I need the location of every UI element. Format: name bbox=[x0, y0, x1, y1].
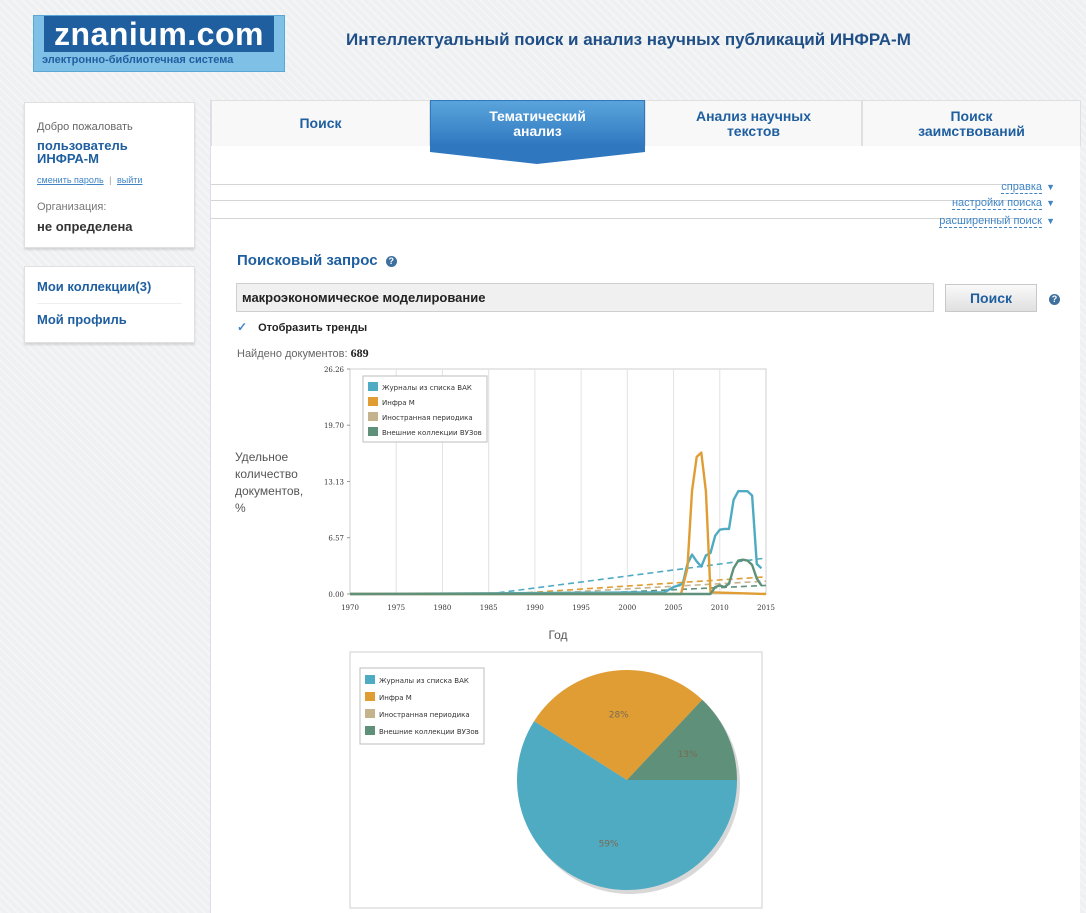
legend-label: Журналы из списка ВАК bbox=[382, 384, 472, 392]
legend-swatch bbox=[368, 397, 378, 406]
y-tick-label: 6.57 bbox=[328, 535, 344, 543]
legend-swatch bbox=[368, 382, 378, 391]
x-tick-label: 1990 bbox=[526, 604, 544, 612]
legend-swatch bbox=[365, 709, 375, 718]
y-tick-label: 19.70 bbox=[324, 422, 344, 430]
legend-label: Журналы из списка ВАК bbox=[379, 677, 469, 685]
legend-swatch bbox=[368, 427, 378, 436]
legend-label: Иностранная периодика bbox=[382, 414, 473, 422]
x-tick-label: 2015 bbox=[757, 604, 775, 612]
y-axis-title: % bbox=[235, 501, 246, 515]
legend-label: Иностранная периодика bbox=[379, 711, 470, 719]
y-tick-label: 0.00 bbox=[328, 591, 344, 599]
legend-swatch bbox=[365, 675, 375, 684]
y-axis-title: количество bbox=[235, 467, 298, 481]
x-tick-label: 1975 bbox=[387, 604, 405, 612]
x-tick-label: 1995 bbox=[572, 604, 590, 612]
pie-slice-label: 13% bbox=[678, 750, 698, 760]
legend-label: Внешние коллекции ВУЗов bbox=[382, 429, 482, 437]
x-tick-label: 1970 bbox=[341, 604, 359, 612]
x-tick-label: 1980 bbox=[434, 604, 452, 612]
x-tick-label: 2000 bbox=[618, 604, 636, 612]
legend-swatch bbox=[368, 412, 378, 421]
legend-label: Инфра М bbox=[382, 399, 415, 407]
legend-swatch bbox=[365, 726, 375, 735]
pie-slice-label: 28% bbox=[609, 711, 629, 721]
x-tick-label: 1985 bbox=[480, 604, 498, 612]
x-axis-title: Год bbox=[548, 628, 567, 642]
legend-swatch bbox=[365, 692, 375, 701]
y-tick-label: 13.13 bbox=[324, 479, 344, 487]
y-tick-label: 26.26 bbox=[324, 366, 345, 374]
charts-layer: 0.00 6.57 13.13 19.70 26.26 1970 1975 1980 1985 1… bbox=[235, 366, 775, 909]
pie-chart-legend: Журналы из списка ВАК Инфра М Иностранная … bbox=[359, 667, 485, 745]
y-axis-title: документов, bbox=[235, 484, 303, 498]
line-chart-legend: Журналы из списка ВАК Инфра М Иностранная … bbox=[362, 375, 488, 443]
y-axis-title: Удельное bbox=[235, 450, 289, 464]
x-tick-label: 2005 bbox=[665, 604, 683, 612]
legend-label: Инфра М bbox=[379, 694, 412, 702]
pie-slice-label: 59% bbox=[599, 839, 619, 849]
legend-label: Внешние коллекции ВУЗов bbox=[379, 728, 479, 736]
x-tick-label: 2010 bbox=[711, 604, 729, 612]
